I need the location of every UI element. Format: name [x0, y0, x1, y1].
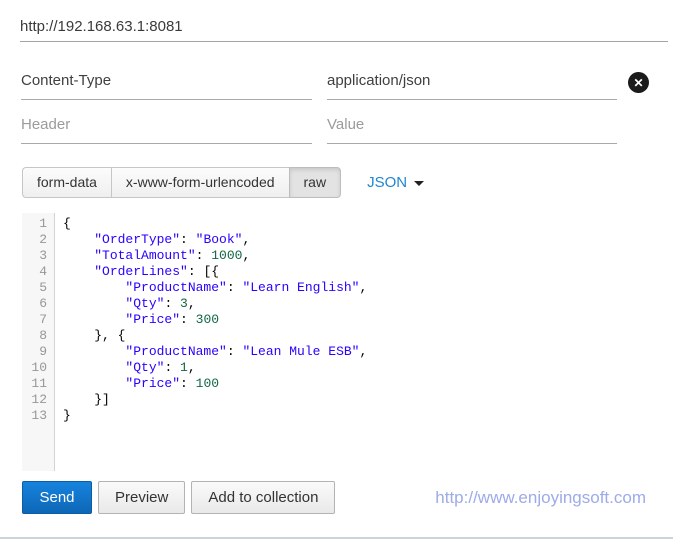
code-line: {	[63, 216, 656, 232]
line-number: 4	[22, 264, 47, 280]
raw-body-editor[interactable]: 12345678910111213 { "OrderType": "Book",…	[22, 213, 656, 471]
code-line: "Qty": 3,	[63, 296, 656, 312]
editor-line-number-gutter: 12345678910111213	[22, 213, 55, 471]
raw-type-dropdown[interactable]: JSON	[367, 174, 424, 191]
code-line: }]	[63, 392, 656, 408]
line-number: 7	[22, 312, 47, 328]
tab-x-www-form-urlencoded[interactable]: x-www-form-urlencoded	[111, 167, 289, 198]
body-type-button-group: form-data x-www-form-urlencoded raw	[22, 167, 341, 198]
code-line: }, {	[63, 328, 656, 344]
add-to-collection-button[interactable]: Add to collection	[191, 481, 335, 514]
code-line: "Qty": 1,	[63, 360, 656, 376]
new-header-name-input[interactable]	[21, 106, 312, 144]
actions-row: Send Preview Add to collection http://ww…	[22, 481, 652, 514]
line-number: 12	[22, 392, 47, 408]
url-input[interactable]	[20, 12, 668, 42]
code-line: "Price": 300	[63, 312, 656, 328]
preview-button[interactable]: Preview	[98, 481, 185, 514]
header-row-empty	[21, 106, 673, 144]
line-number: 5	[22, 280, 47, 296]
new-header-value-input[interactable]	[327, 106, 617, 144]
line-number: 9	[22, 344, 47, 360]
code-line: }	[63, 408, 656, 424]
raw-type-label: JSON	[367, 174, 407, 191]
code-line: "OrderLines": [{	[63, 264, 656, 280]
enjoyingsoft-link[interactable]: http://www.enjoyingsoft.com	[435, 488, 646, 508]
code-line: "OrderType": "Book",	[63, 232, 656, 248]
editor-code-area[interactable]: { "OrderType": "Book", "TotalAmount": 10…	[55, 213, 656, 471]
line-number: 3	[22, 248, 47, 264]
line-number: 11	[22, 376, 47, 392]
circle-x-icon: ✕	[628, 72, 649, 93]
chevron-down-icon	[414, 181, 424, 186]
url-row	[0, 0, 673, 42]
code-line: "Price": 100	[63, 376, 656, 392]
line-number: 2	[22, 232, 47, 248]
header-name-input[interactable]	[21, 62, 312, 100]
code-line: "ProductName": "Learn English",	[63, 280, 656, 296]
rest-client-app: ✕ form-data x-www-form-urlencoded raw JS…	[0, 0, 673, 543]
tab-raw[interactable]: raw	[289, 167, 342, 198]
code-line: "ProductName": "Lean Mule ESB",	[63, 344, 656, 360]
header-row-filled: ✕	[21, 62, 673, 100]
line-number: 8	[22, 328, 47, 344]
code-line: "TotalAmount": 1000,	[63, 248, 656, 264]
line-number: 13	[22, 408, 47, 424]
line-number: 6	[22, 296, 47, 312]
tab-form-data[interactable]: form-data	[22, 167, 111, 198]
remove-header-button[interactable]: ✕	[628, 72, 649, 93]
line-number: 10	[22, 360, 47, 376]
body-type-tabs-row: form-data x-www-form-urlencoded raw JSON	[22, 167, 673, 198]
headers-section: ✕	[0, 42, 673, 144]
line-number: 1	[22, 216, 47, 232]
send-button[interactable]: Send	[22, 481, 92, 514]
bottom-divider	[0, 537, 673, 539]
header-value-input[interactable]	[327, 62, 617, 100]
